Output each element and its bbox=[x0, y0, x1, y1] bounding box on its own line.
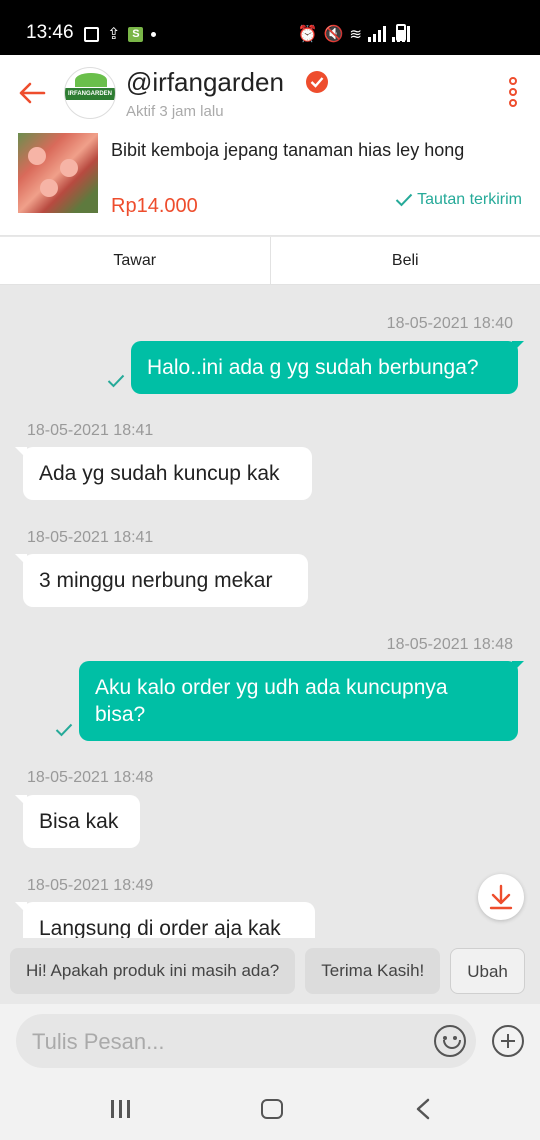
activity-status: Aktif 3 jam lalu bbox=[126, 103, 224, 120]
product-actions: Tawar Beli bbox=[0, 237, 540, 285]
message-bubble-in[interactable]: 3 minggu nerbung mekar bbox=[15, 554, 308, 607]
product-title: Bibit kemboja jepang tanaman hias ley ho… bbox=[111, 140, 465, 160]
quick-reply-chip[interactable]: Terima Kasih! bbox=[305, 948, 441, 994]
check-icon bbox=[395, 193, 413, 207]
home-icon[interactable] bbox=[261, 1099, 283, 1119]
recent-apps-icon[interactable] bbox=[111, 1100, 130, 1118]
signal-icon bbox=[368, 26, 386, 42]
message-bubble-out[interactable]: Aku kalo order yg udh ada kuncupnya bisa… bbox=[79, 661, 524, 741]
avatar-logo-text: IRFANGARDEN bbox=[67, 91, 112, 97]
message-bubble-in[interactable]: Langsung di order aja kak bbox=[15, 902, 315, 938]
more-notifications-icon bbox=[151, 31, 157, 37]
logo-leaf bbox=[75, 73, 107, 87]
battery-icon bbox=[396, 24, 406, 41]
back-arrow-icon[interactable] bbox=[16, 77, 48, 109]
status-time: 13:46 bbox=[26, 22, 74, 43]
message-bubble-in[interactable]: Bisa kak bbox=[15, 795, 140, 848]
message-input-bar: Tulis Pesan... bbox=[0, 1004, 540, 1078]
message-time: 18-05-2021 18:48 bbox=[27, 769, 154, 786]
offer-button[interactable]: Tawar bbox=[0, 237, 271, 284]
status-bar: 13:46 ⇪ S ⏰ 🔇 ≋ bbox=[0, 0, 540, 55]
wifi-icon: ≋ bbox=[349, 26, 362, 43]
verified-badge-icon bbox=[306, 71, 328, 93]
message-bubble-in[interactable]: Ada yg sudah kuncup kak bbox=[15, 447, 312, 500]
system-icons: ⏰ 🔇 ≋ bbox=[298, 24, 410, 44]
gallery-icon bbox=[84, 26, 99, 42]
app-icon: S bbox=[128, 26, 144, 42]
alarm-icon: ⏰ bbox=[297, 26, 318, 43]
more-options-icon[interactable] bbox=[506, 77, 520, 111]
username[interactable]: @irfangarden bbox=[126, 67, 284, 98]
download-arrow-icon bbox=[489, 884, 513, 910]
quick-replies: Hi! Apakah produk ini masih ada? Terima … bbox=[0, 940, 540, 1004]
message-input-placeholder: Tulis Pesan... bbox=[32, 1029, 165, 1054]
product-card[interactable]: Bibit kemboja jepang tanaman hias ley ho… bbox=[0, 131, 540, 236]
message-bubble-out[interactable]: Halo..ini ada g yg sudah berbunga? bbox=[131, 341, 524, 394]
read-tick-icon bbox=[55, 723, 73, 737]
upload-icon: ⇪ bbox=[107, 26, 121, 43]
buy-button[interactable]: Beli bbox=[271, 237, 540, 284]
system-nav-bar bbox=[0, 1078, 540, 1140]
nav-back-icon[interactable] bbox=[415, 1098, 431, 1120]
edit-quick-replies-button[interactable]: Ubah bbox=[450, 948, 525, 994]
message-time: 18-05-2021 18:40 bbox=[386, 315, 513, 332]
chat-header: IRFANGARDEN @irfangarden Aktif 3 jam lal… bbox=[0, 55, 540, 131]
chat-area[interactable]: 18-05-2021 18:40 Halo..ini ada g yg suda… bbox=[0, 286, 540, 938]
mute-icon: 🔇 bbox=[323, 26, 344, 43]
notification-icons: ⇪ S bbox=[84, 24, 157, 44]
message-input[interactable]: Tulis Pesan... bbox=[16, 1014, 476, 1068]
product-price: Rp14.000 bbox=[111, 195, 198, 217]
add-attachment-icon[interactable] bbox=[492, 1025, 524, 1057]
message-time: 18-05-2021 18:41 bbox=[27, 529, 154, 546]
read-tick-icon bbox=[107, 374, 125, 388]
message-time: 18-05-2021 18:49 bbox=[27, 877, 154, 894]
avatar[interactable]: IRFANGARDEN bbox=[64, 67, 116, 119]
quick-reply-chip[interactable]: Hi! Apakah produk ini masih ada? bbox=[10, 948, 296, 994]
scroll-to-bottom-button[interactable] bbox=[478, 874, 524, 920]
message-time: 18-05-2021 18:41 bbox=[27, 422, 154, 439]
link-sent-status: Tautan terkirim bbox=[395, 191, 522, 209]
product-thumbnail bbox=[18, 133, 98, 213]
emoji-icon[interactable] bbox=[434, 1025, 466, 1057]
message-time: 18-05-2021 18:48 bbox=[386, 636, 513, 653]
link-sent-label: Tautan terkirim bbox=[417, 191, 522, 208]
